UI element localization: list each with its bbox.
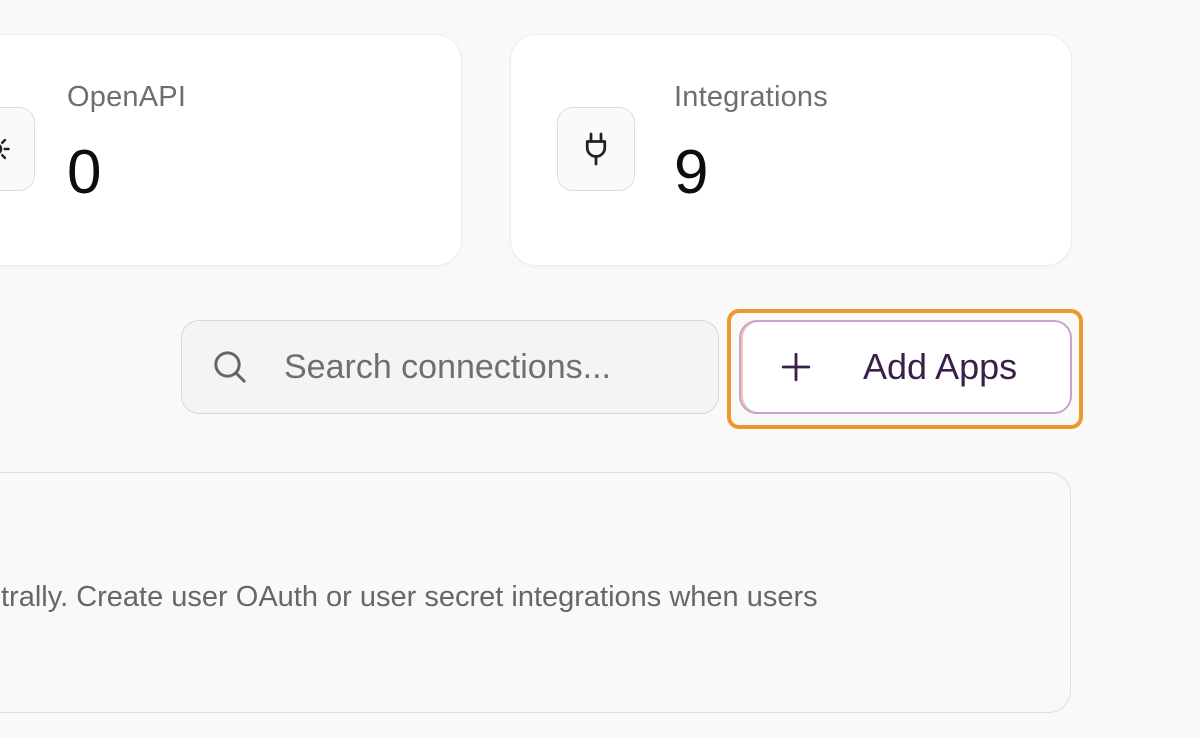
- search-box[interactable]: [181, 320, 719, 414]
- openapi-label: OpenAPI: [67, 81, 187, 113]
- openapi-count: 0: [67, 138, 102, 207]
- integrations-stat-card: Integrations 9: [510, 34, 1072, 266]
- info-text: trally. Create user OAuth or user secret…: [1, 581, 818, 613]
- plus-icon: [781, 352, 811, 382]
- plug-icon: [585, 132, 607, 166]
- integrations-count: 9: [674, 138, 709, 207]
- gear-icon: [0, 138, 10, 160]
- openapi-stat-card: OpenAPI 0: [0, 34, 462, 266]
- page: OpenAPI 0 Integrations 9 Add Apps trally…: [0, 0, 1200, 738]
- search-input[interactable]: [282, 346, 706, 388]
- openapi-icon-box: [0, 107, 35, 191]
- integrations-label: Integrations: [674, 81, 828, 113]
- add-apps-label: Add Apps: [863, 346, 1018, 387]
- search-icon: [214, 351, 246, 383]
- info-panel: trally. Create user OAuth or user secret…: [0, 472, 1071, 713]
- integrations-icon-box: [557, 107, 635, 191]
- add-apps-button[interactable]: Add Apps: [739, 320, 1072, 414]
